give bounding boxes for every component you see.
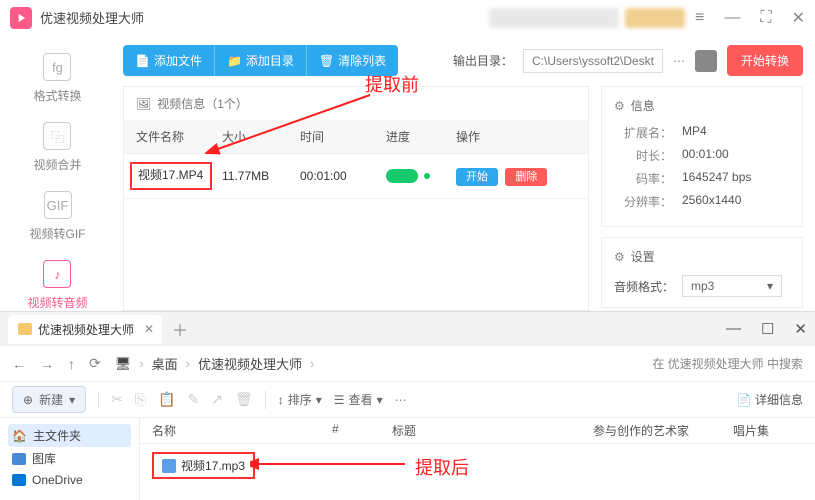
rename-icon[interactable]: ✎ — [187, 391, 199, 408]
col-progress: 进度 — [386, 128, 456, 145]
add-folder-button[interactable]: 📁 添加目录 — [214, 45, 306, 76]
gear-icon: ⚙ — [614, 99, 625, 113]
output-path-input[interactable]: C:\Users\yssoft2\Deskt — [523, 49, 663, 73]
col-action: 操作 — [456, 128, 576, 145]
pc-icon: 🖥 — [115, 356, 132, 372]
bitrate-value: 1645247 bps — [682, 170, 751, 187]
breadcrumb[interactable]: 🖥› 桌面› 优速视频处理大师› — [115, 354, 315, 373]
chevron-down-icon: ▾ — [69, 393, 75, 407]
settings-title: ⚙设置 — [614, 248, 790, 265]
close-button[interactable]: ✕ — [792, 8, 805, 28]
side-main-folder[interactable]: 🏠主文件夹 — [8, 424, 131, 447]
start-convert-button[interactable]: 开始转换 — [727, 45, 803, 76]
output-file: 视频17.mp3 — [152, 452, 255, 479]
sort-dropdown[interactable]: ↕ 排序 ▾ — [278, 391, 322, 408]
merge-icon: ⿻ — [43, 122, 71, 150]
blurred-area — [625, 8, 685, 28]
sidebar-item-label: 视频合并 — [33, 156, 81, 173]
minimize-button[interactable]: — — [724, 9, 740, 27]
maximize-button[interactable]: ⛶ — [760, 9, 771, 27]
size-cell: 11.77MB — [222, 169, 300, 183]
add-file-button[interactable]: 📄 添加文件 — [123, 45, 214, 76]
annotation-arrow — [205, 90, 375, 165]
gallery-icon — [12, 453, 26, 465]
col-album[interactable]: 唱片集 — [733, 422, 803, 439]
new-tab-button[interactable]: ＋ — [172, 317, 188, 341]
sidebar-item-label: 格式转换 — [33, 87, 81, 104]
sidebar-item-format[interactable]: fg 格式转换 — [33, 53, 81, 104]
onedrive-icon — [12, 474, 26, 486]
forward-button[interactable]: → — [40, 356, 54, 372]
side-onedrive[interactable]: OneDrive — [8, 470, 131, 490]
search-input[interactable]: 在 优速视频处理大师 中搜索 — [652, 355, 803, 372]
view-dropdown[interactable]: ☰ 查看 ▾ — [334, 391, 383, 408]
cut-icon[interactable]: ✂ — [111, 391, 123, 408]
close-button[interactable]: ✕ — [794, 320, 807, 338]
row-start-button[interactable]: 开始 — [456, 168, 498, 186]
audio-format-label: 音频格式： — [614, 278, 674, 295]
up-button[interactable]: ↑ — [68, 356, 75, 372]
home-icon: 🏠 — [12, 429, 27, 443]
tab-close-button[interactable]: ✕ — [144, 322, 154, 336]
explorer-tab[interactable]: 优速视频处理大师 ✕ — [8, 315, 162, 344]
details-button[interactable]: 📄 详细信息 — [737, 391, 803, 408]
refresh-button[interactable]: ⟳ — [89, 355, 101, 372]
resolution-value: 2560x1440 — [682, 193, 741, 210]
maximize-button[interactable]: ☐ — [761, 320, 774, 338]
sidebar-item-label: 视频转音频 — [27, 294, 87, 311]
annotation-arrow — [250, 454, 410, 474]
gif-icon: GIF — [44, 191, 72, 219]
annotation-before: 提取前 — [365, 71, 419, 97]
chevron-down-icon: ▾ — [767, 279, 773, 293]
col-name[interactable]: 名称 — [152, 422, 332, 439]
new-button[interactable]: ⊕新建▾ — [12, 386, 86, 413]
output-label: 输出目录： — [453, 52, 513, 69]
path-ellipsis[interactable]: ⋯ — [673, 54, 685, 68]
sidebar-item-merge[interactable]: ⿻ 视频合并 — [33, 122, 81, 173]
file-row[interactable]: 视频17.mp3 — [140, 444, 815, 487]
audio-icon: ♪ — [43, 260, 71, 288]
app-logo — [10, 7, 32, 29]
blurred-area — [489, 8, 619, 28]
sidebar-item-audio[interactable]: ♪ 视频转音频 — [27, 260, 87, 311]
image-icon: 🖼 — [136, 97, 151, 111]
duration-value: 00:01:00 — [682, 147, 729, 164]
time-cell: 00:01:00 — [300, 169, 386, 183]
sidebar-item-gif[interactable]: GIF 视频转GIF — [30, 191, 86, 242]
filename-cell: 视频17.MP4 — [130, 162, 212, 190]
sidebar-item-label: 视频转GIF — [30, 225, 86, 242]
col-artist[interactable]: 参与创作的艺术家 — [593, 422, 733, 439]
audio-file-icon — [162, 459, 176, 473]
paste-icon[interactable]: 📋 — [158, 391, 175, 408]
delete-icon[interactable]: 🗑 — [235, 391, 253, 408]
browse-folder-button[interactable] — [695, 50, 717, 72]
back-button[interactable]: ← — [12, 356, 26, 372]
row-delete-button[interactable]: 删除 — [505, 168, 547, 186]
progress-cell — [386, 169, 456, 183]
copy-icon[interactable]: ⎘ — [135, 391, 146, 408]
col-num[interactable]: # — [332, 422, 392, 439]
audio-format-select[interactable]: mp3▾ — [682, 275, 782, 297]
format-icon: fg — [43, 53, 71, 81]
menu-icon[interactable]: ≡ — [695, 9, 704, 27]
gear-icon: ⚙ — [614, 250, 625, 264]
app-title: 优速视频处理大师 — [40, 8, 144, 27]
folder-icon — [18, 323, 32, 335]
share-icon[interactable]: ↗ — [211, 391, 223, 408]
side-gallery[interactable]: 图库 — [8, 447, 131, 470]
col-title[interactable]: 标题 — [392, 422, 593, 439]
plus-icon: ⊕ — [23, 393, 33, 407]
more-button[interactable]: ⋯ — [395, 393, 407, 407]
annotation-after: 提取后 — [415, 454, 469, 480]
minimize-button[interactable]: — — [726, 320, 741, 338]
info-title: ⚙信息 — [614, 97, 790, 114]
ext-value: MP4 — [682, 124, 707, 141]
